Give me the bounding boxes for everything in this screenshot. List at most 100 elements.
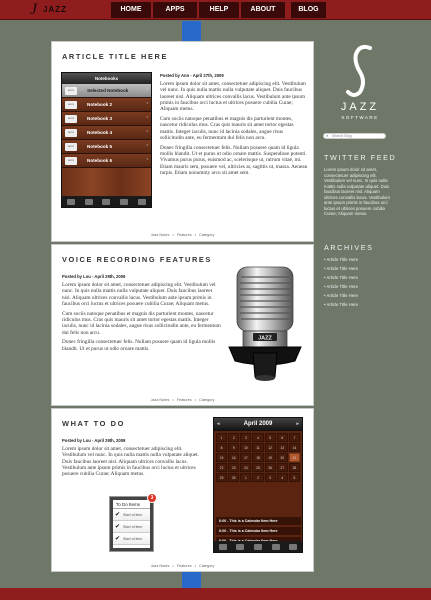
calendar-day[interactable]: 1	[240, 473, 252, 482]
footer-link[interactable]: Category	[199, 233, 214, 237]
calendar-day[interactable]: 5	[288, 473, 300, 482]
notebook-tag-icon: NOTE	[65, 143, 77, 151]
footer-link[interactable]: Category	[199, 398, 214, 402]
archive-link-label: Article Title Here	[326, 257, 358, 262]
notebook-label: Notebook 2	[87, 102, 113, 107]
calendar-day[interactable]: 10	[240, 443, 252, 452]
calendar-day[interactable]: 26	[264, 463, 276, 472]
footer-link[interactable]: Jazz Notes	[151, 564, 170, 568]
post-voice-recording: VOICE RECORDING FEATURES Posted by Lou -…	[51, 244, 314, 406]
calendar-day[interactable]: 25	[252, 463, 264, 472]
archive-link[interactable]: • Article Title Here	[324, 302, 358, 311]
nav-home[interactable]: HOME	[111, 2, 151, 18]
footer-link[interactable]: Features	[177, 233, 192, 237]
calendar-grid: 1 2 3 4 5 6 7 8 9 10 11 12 13 14 15 16 17 18 19 20 21 22 23 24 2…	[214, 431, 302, 484]
archive-link[interactable]: • Article Title Here	[324, 257, 358, 266]
checkmark-icon: ✔	[115, 524, 121, 530]
nav-blog[interactable]: BLOG	[291, 2, 326, 18]
microphone-icon: JAZZ	[228, 266, 302, 381]
notebook-row: NOTE Notebook 3 ›	[62, 112, 151, 126]
notebook-tag-icon: NOTE	[65, 129, 77, 137]
notebook-label: Notebook 4	[87, 130, 113, 135]
calendar-day[interactable]: 3	[240, 433, 252, 442]
calendar-day[interactable]: 27	[276, 463, 288, 472]
tab-icon	[236, 543, 245, 550]
calendar-day[interactable]: 23	[228, 463, 240, 472]
nav-about[interactable]: ABOUT	[241, 2, 285, 18]
footer-link[interactable]: Jazz Notes	[151, 233, 170, 237]
mic-label: JAZZ	[258, 336, 272, 342]
archive-link-label: Article Title Here	[326, 275, 358, 280]
search-input[interactable]: ⌕ Search Blog	[323, 133, 386, 139]
tab-icon	[138, 198, 147, 205]
calendar-day[interactable]: 7	[288, 433, 300, 442]
post-paragraph: Lorem ipsum dolor sit amet, consectetuer…	[62, 282, 216, 307]
bottom-bar	[0, 588, 431, 600]
main-nav: HOME APPS HELP ABOUT BLOG	[111, 2, 328, 18]
calendar-day[interactable]: 2	[252, 473, 264, 482]
footer-link[interactable]: Category	[199, 564, 214, 568]
calendar-day[interactable]: 15	[216, 453, 228, 462]
calendar-day[interactable]: 17	[240, 453, 252, 462]
logo-mark[interactable]: J	[30, 1, 37, 19]
tab-icon	[66, 198, 75, 205]
search-icon: ⌕	[326, 133, 329, 138]
post-body: Lorem ipsum dolor sit amet, consectetuer…	[62, 446, 207, 481]
calendar-day[interactable]: 9	[228, 443, 240, 452]
calendar-day[interactable]: 19	[264, 453, 276, 462]
archive-link[interactable]: • Article Title Here	[324, 293, 358, 302]
calendar-day[interactable]: 22	[216, 463, 228, 472]
footer-link[interactable]: Jazz Notes	[151, 398, 170, 402]
post-footer: Jazz Notes • Features • Category	[150, 233, 215, 237]
post-title[interactable]: ARTICLE TITLE HERE	[62, 52, 168, 61]
calendar-day[interactable]: 2	[228, 433, 240, 442]
calendar-day[interactable]: 8	[216, 443, 228, 452]
calendar-day[interactable]: 16	[228, 453, 240, 462]
calendar-month: April 2009	[243, 421, 273, 427]
top-bar: J JAZZ HOME APPS HELP ABOUT BLOG	[0, 0, 431, 20]
footer-link[interactable]: Features	[177, 398, 192, 402]
archive-link[interactable]: • Article Title Here	[324, 275, 358, 284]
calendar-day[interactable]: 6	[276, 433, 288, 442]
footer-link[interactable]: Features	[177, 564, 192, 568]
calendar-day[interactable]: 3	[264, 473, 276, 482]
calendar-day[interactable]: 4	[252, 433, 264, 442]
calendar-phone-screenshot: ◂ April 2009 ▸ 1 2 3 4 5 6 7 8 9 10 11 12 13 14 15 16 17…	[213, 417, 303, 553]
todo-item: ✔ Start of item	[113, 533, 150, 545]
calendar-day[interactable]: 21	[288, 453, 300, 462]
twitter-feed-heading: TWITTER FEED	[324, 153, 397, 162]
calendar-day[interactable]: 4	[276, 473, 288, 482]
calendar-day[interactable]: 24	[240, 463, 252, 472]
post-paragraph: Lorem ipsum dolor sit amet, consectetuer…	[62, 446, 199, 478]
archive-link[interactable]: • Article Title Here	[324, 266, 358, 275]
calendar-day[interactable]: 29	[216, 473, 228, 482]
jazz-software-logo[interactable]: JAZZ SOFTWARE	[330, 42, 390, 122]
tab-icon	[289, 543, 298, 550]
calendar-day[interactable]: 1	[216, 433, 228, 442]
todo-item-label: Start of item	[123, 525, 143, 529]
search-placeholder: Search Blog	[332, 134, 352, 138]
nav-apps[interactable]: APPS	[153, 2, 197, 18]
post-paragraph: Donec fringilla consectetuer felis. Null…	[62, 339, 216, 352]
calendar-day[interactable]: 12	[264, 443, 276, 452]
calendar-day[interactable]: 14	[288, 443, 300, 452]
todo-count-badge: 3	[147, 493, 157, 503]
post-title[interactable]: WHAT TO DO	[62, 419, 125, 428]
nav-help[interactable]: HELP	[199, 2, 239, 18]
todo-title: To Do Items	[113, 500, 150, 509]
notebook-row: NOTE Notebook 5 ›	[62, 140, 151, 154]
calendar-header: ◂ April 2009 ▸	[214, 418, 302, 431]
calendar-day[interactable]: 30	[228, 473, 240, 482]
archive-link[interactable]: • Article Title Here	[324, 284, 358, 293]
notebook-row: NOTE Notebook 4 ›	[62, 126, 151, 140]
calendar-day[interactable]: 5	[264, 433, 276, 442]
archive-link-label: Article Title Here	[326, 302, 358, 307]
logo-text[interactable]: JAZZ	[43, 5, 67, 14]
calendar-day[interactable]: 13	[276, 443, 288, 452]
calendar-day[interactable]: 28	[288, 463, 300, 472]
notebook-row: NOTE Notebook 2 ›	[62, 98, 151, 112]
post-title[interactable]: VOICE RECORDING FEATURES	[62, 255, 212, 264]
calendar-day[interactable]: 18	[252, 453, 264, 462]
calendar-day[interactable]: 11	[252, 443, 264, 452]
calendar-day[interactable]: 20	[276, 453, 288, 462]
